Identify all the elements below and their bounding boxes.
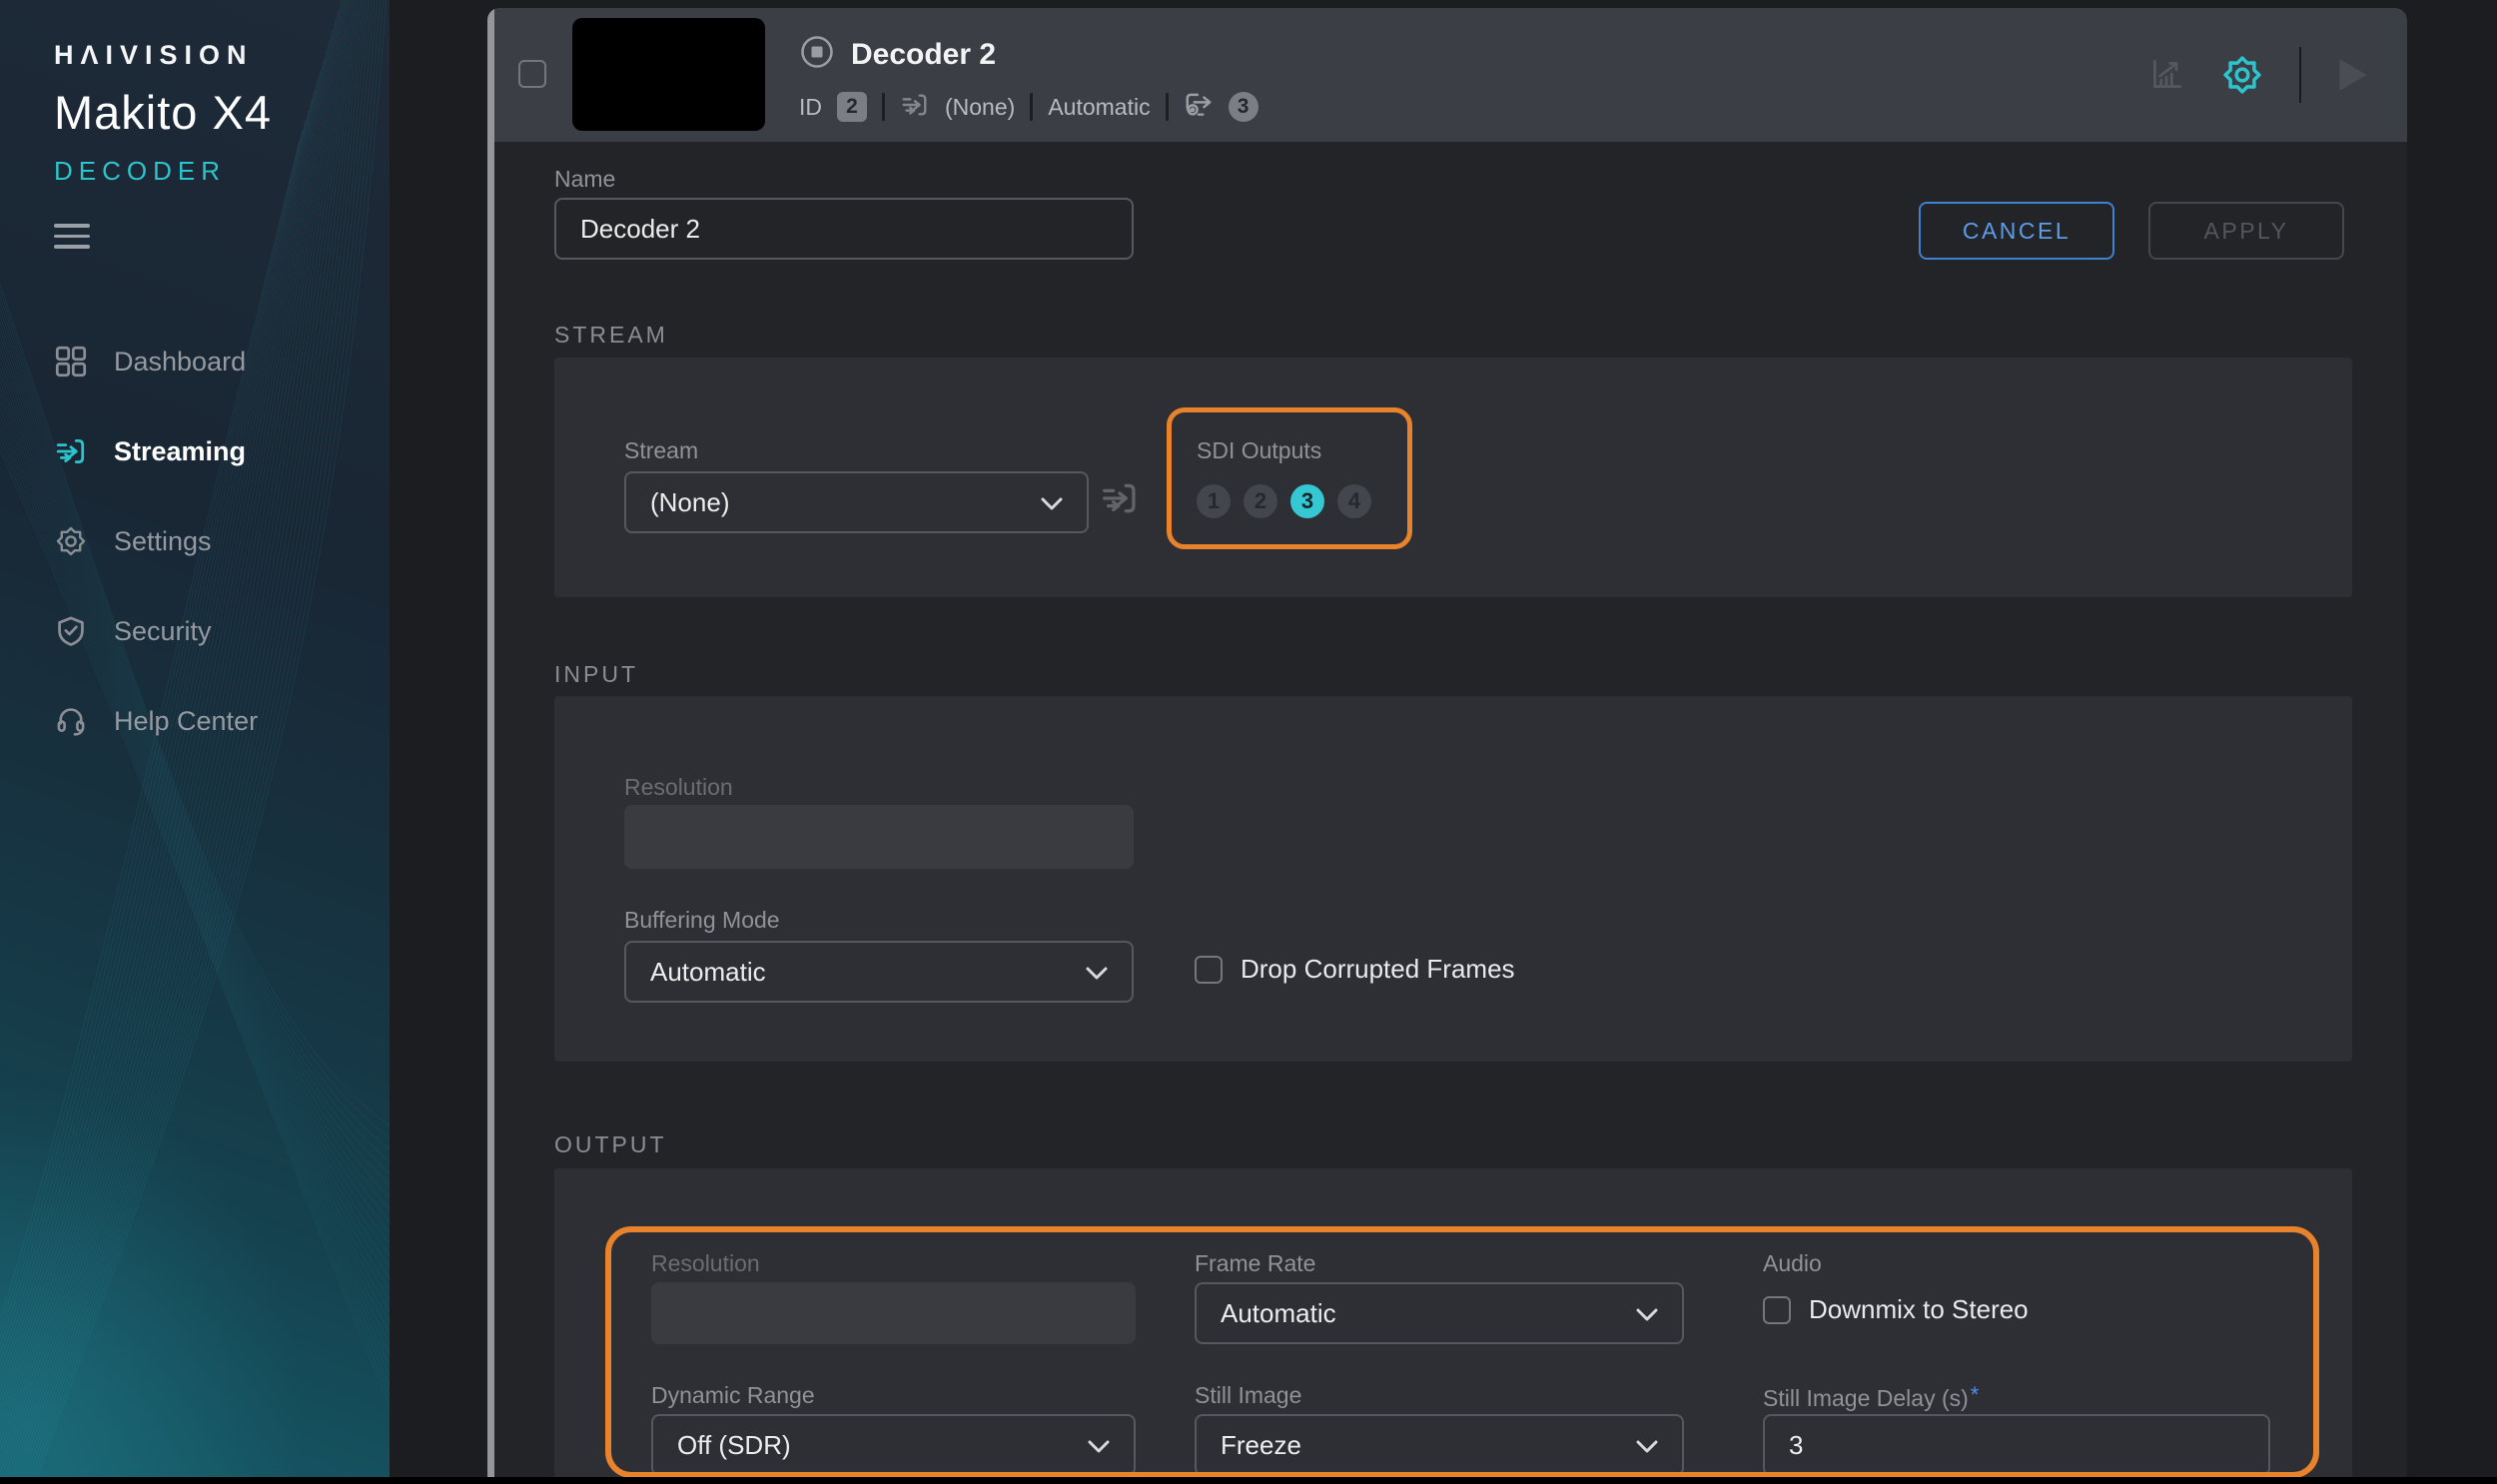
- id-label: ID: [799, 93, 822, 120]
- chevron-down-icon: [1086, 957, 1108, 988]
- output-resolution-label: Resolution: [651, 1250, 760, 1276]
- frame-rate-value: Automatic: [1221, 1297, 1336, 1328]
- stream-select[interactable]: (None): [624, 471, 1089, 533]
- buffering-mode-select[interactable]: Automatic: [624, 941, 1134, 1003]
- sdi-output-1-button[interactable]: 1: [1197, 484, 1231, 518]
- decoder-titleblock: Decoder 2 ID 2 (None) Automatic 3: [799, 34, 1258, 123]
- cancel-button[interactable]: CANCEL: [1919, 202, 2114, 260]
- sidebar-item-label: Help Center: [114, 705, 259, 736]
- sidebar-item-label: Dashboard: [114, 346, 247, 376]
- apply-button[interactable]: APPLY: [2148, 202, 2344, 260]
- input-resolution-field: [624, 805, 1134, 869]
- meta-divider: [1165, 93, 1169, 121]
- still-image-label: Still Image: [1195, 1382, 1302, 1408]
- chevron-down-icon: [1636, 1430, 1658, 1461]
- start-decoder-button[interactable]: [2337, 58, 2369, 92]
- bottom-bar: [0, 1477, 2497, 1484]
- still-image-select[interactable]: Freeze: [1195, 1414, 1684, 1476]
- audio-label: Audio: [1763, 1250, 1822, 1276]
- still-image-value: Freeze: [1221, 1429, 1301, 1460]
- input-card: Resolution Buffering Mode Automatic Drop…: [554, 696, 2352, 1062]
- sidebar-item-help-center[interactable]: Help Center: [0, 689, 390, 753]
- sdi-count-badge: 3: [1228, 92, 1258, 122]
- dashboard-icon: [54, 345, 88, 378]
- brand-logo: HΛIVISION Makito X4 DECODER: [54, 40, 272, 187]
- video-preview-thumbnail: [572, 18, 765, 131]
- streaming-icon: [54, 434, 88, 468]
- drop-corrupted-frames-checkbox[interactable]: [1195, 955, 1223, 984]
- chevron-down-icon: [1636, 1298, 1658, 1329]
- dynamic-range-value: Off (SDR): [677, 1429, 791, 1460]
- decoder-header: Decoder 2 ID 2 (None) Automatic 3: [494, 8, 2407, 142]
- brand-product: Makito X4: [54, 86, 272, 139]
- stopped-status-icon: [799, 34, 835, 75]
- sdi-output-4-button[interactable]: 4: [1337, 484, 1371, 518]
- stream-card: Stream (None) SDI Outputs 1 2 3 4: [554, 358, 2352, 597]
- sidebar-item-security[interactable]: Security: [0, 599, 390, 663]
- sidebar: HΛIVISION Makito X4 DECODER Dashboard St…: [0, 0, 390, 1479]
- output-resolution-field: [651, 1282, 1136, 1344]
- sidebar-item-label: Settings: [114, 525, 212, 556]
- stream-select-value: (None): [650, 486, 730, 517]
- mode-value: Automatic: [1048, 93, 1151, 120]
- header-divider: [2298, 47, 2301, 103]
- sdi-outputs-group: 1 2 3 4: [1197, 484, 1371, 518]
- id-badge: 2: [837, 92, 867, 122]
- output-section-title: OUTPUT: [554, 1131, 667, 1157]
- brand-company: HΛIVISION: [54, 40, 254, 70]
- downmix-to-stereo-checkbox[interactable]: [1763, 1295, 1791, 1324]
- chevron-down-icon: [1041, 487, 1063, 518]
- dynamic-range-select[interactable]: Off (SDR): [651, 1414, 1136, 1476]
- drop-corrupted-frames-label: Drop Corrupted Frames: [1241, 954, 1515, 984]
- header-actions: [2147, 8, 2370, 142]
- gear-icon: [54, 524, 88, 558]
- stream-value: (None): [945, 93, 1016, 120]
- sidebar-item-label: Security: [114, 615, 212, 646]
- meta-divider: [1030, 93, 1034, 121]
- downmix-to-stereo-label: Downmix to Stereo: [1809, 1294, 2029, 1324]
- decoder-meta: ID 2 (None) Automatic 3: [799, 91, 1258, 123]
- decoder-panel: Decoder 2 ID 2 (None) Automatic 3 Name D…: [487, 8, 2407, 1479]
- buffering-mode-value: Automatic: [650, 956, 766, 987]
- dynamic-range-label: Dynamic Range: [651, 1382, 815, 1408]
- menu-toggle-icon[interactable]: [54, 224, 90, 256]
- annotation-highlight-sdi: [1167, 407, 1412, 549]
- still-image-delay-input[interactable]: [1763, 1414, 2270, 1476]
- output-card: Resolution Dynamic Range Off (SDR) Frame…: [554, 1168, 2352, 1479]
- still-image-delay-label: Still Image Delay (s)*: [1763, 1382, 1980, 1411]
- buffering-mode-label: Buffering Mode: [624, 907, 780, 933]
- frame-rate-select[interactable]: Automatic: [1195, 1282, 1684, 1344]
- sidebar-nav: Dashboard Streaming Settings Security He…: [0, 330, 390, 753]
- stream-icon: [900, 91, 930, 124]
- decoder-select-checkbox[interactable]: [518, 60, 546, 88]
- sdi-output-2-button[interactable]: 2: [1244, 484, 1277, 518]
- sidebar-item-settings[interactable]: Settings: [0, 509, 390, 573]
- app-root: HΛIVISION Makito X4 DECODER Dashboard St…: [0, 0, 2497, 1484]
- sidebar-item-dashboard[interactable]: Dashboard: [0, 330, 390, 393]
- shield-icon: [54, 614, 88, 648]
- input-resolution-label: Resolution: [624, 774, 733, 800]
- name-label: Name: [554, 166, 616, 192]
- meta-divider: [882, 93, 885, 121]
- stream-section-title: STREAM: [554, 322, 668, 348]
- headset-icon: [54, 704, 88, 738]
- decoder-name-input[interactable]: [554, 198, 1134, 260]
- stream-label: Stream: [624, 437, 699, 463]
- decoder-title: Decoder 2: [851, 37, 997, 71]
- settings-gear-button[interactable]: [2221, 54, 2263, 96]
- sidebar-item-streaming[interactable]: Streaming: [0, 419, 390, 483]
- sdi-outputs-label: SDI Outputs: [1197, 437, 1322, 463]
- stream-link-icon: [1099, 479, 1141, 522]
- frame-rate-label: Frame Rate: [1195, 1250, 1316, 1276]
- panel-scrollbar[interactable]: [487, 8, 494, 1479]
- input-section-title: INPUT: [554, 661, 638, 687]
- required-asterisk: *: [1970, 1382, 1980, 1407]
- sidebar-item-label: Streaming: [114, 435, 247, 466]
- sdi-output-3-button[interactable]: 3: [1290, 484, 1324, 518]
- statistics-button[interactable]: [2147, 56, 2185, 94]
- sdi-output-icon: [1184, 91, 1214, 123]
- chevron-down-icon: [1088, 1430, 1110, 1461]
- brand-mode: DECODER: [54, 156, 227, 186]
